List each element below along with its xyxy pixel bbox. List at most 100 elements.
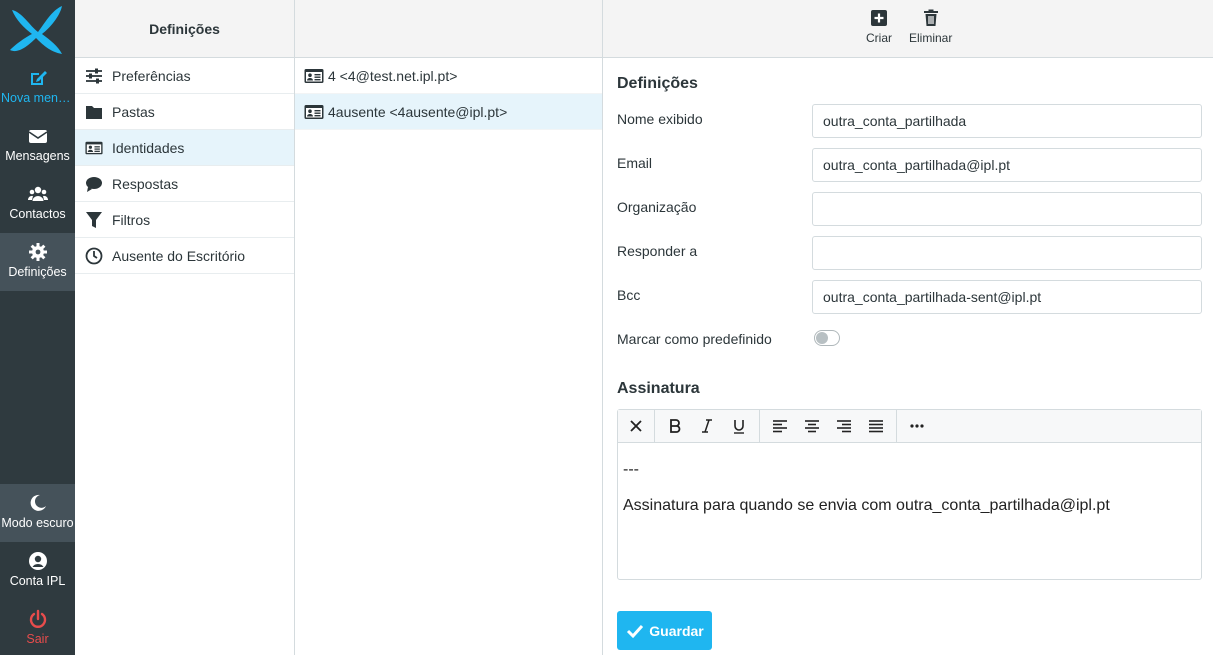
bcc-field[interactable]: outra_conta_partilhada-sent@ipl.pt (812, 280, 1202, 314)
reply-to-field[interactable] (812, 236, 1202, 270)
account-label: Conta IPL (9, 574, 66, 588)
signature-section-title: Assinatura (617, 380, 700, 397)
menu-item-label: Ausente do Escritório (112, 247, 246, 264)
compose-button[interactable]: Nova mens... (0, 59, 75, 117)
menu-item-label: Pastas (112, 103, 155, 120)
users-icon (0, 184, 75, 204)
plus-square-icon (871, 10, 887, 26)
more-button[interactable] (901, 410, 933, 443)
identities-header (295, 0, 602, 58)
comment-icon (85, 175, 103, 193)
italic-button[interactable] (691, 410, 723, 443)
signature-editor: --- Assinatura para quando se envia com … (617, 409, 1202, 580)
toggle-knob (816, 332, 828, 344)
logout-label: Sair (26, 632, 49, 646)
align-left-button[interactable] (764, 410, 796, 443)
power-icon (0, 609, 75, 629)
identity-label: 4 <4@test.net.ipl.pt> (328, 67, 458, 84)
menu-item-label: Preferências (112, 67, 191, 84)
default-toggle[interactable] (814, 330, 840, 346)
close-icon (630, 420, 642, 432)
align-justify-button[interactable] (860, 410, 892, 443)
darkmode-toggle[interactable]: Modo escuro (0, 484, 75, 542)
name-label: Nome exibido (617, 111, 703, 127)
signature-line: --- (623, 461, 639, 478)
menu-item-preferences[interactable]: Preferências (75, 58, 294, 94)
identity-item[interactable]: 4 <4@test.net.ipl.pt> (295, 58, 602, 94)
default-label: Marcar como predefinido (617, 331, 772, 347)
trash-icon (923, 9, 938, 26)
nav-mail[interactable]: Mensagens (0, 117, 75, 175)
italic-icon (702, 419, 712, 433)
align-justify-icon (869, 420, 883, 433)
id-card-icon (304, 104, 324, 120)
id-card-icon (85, 139, 103, 157)
menu-item-label: Respostas (112, 175, 179, 192)
mail-label: Mensagens (5, 149, 70, 163)
bold-icon (670, 419, 681, 433)
identity-item[interactable]: 4ausente <4ausente@ipl.pt> (295, 94, 602, 130)
signature-line: Assinatura para quando se envia com outr… (623, 497, 1110, 514)
reply-to-label: Responder a (617, 243, 698, 259)
clock-icon (85, 247, 103, 265)
align-left-icon (773, 420, 787, 433)
bcc-label: Bcc (617, 287, 641, 303)
align-center-icon (805, 420, 819, 433)
menu-item-out-of-office[interactable]: Ausente do Escritório (75, 238, 294, 274)
account-button[interactable]: Conta IPL (0, 542, 75, 600)
toolbar: Criar Eliminar (603, 0, 1213, 58)
menu-item-identities[interactable]: Identidades (75, 130, 294, 166)
nav-rail: Nova mens... Mensagens Contactos Definiç… (0, 0, 75, 655)
more-icon (910, 424, 924, 428)
save-button[interactable]: Guardar (617, 611, 712, 650)
app-logo[interactable] (8, 4, 66, 56)
menu-item-label: Identidades (112, 139, 185, 156)
logout-button[interactable]: Sair (0, 600, 75, 655)
compose-icon (0, 68, 75, 88)
bold-button[interactable] (659, 410, 691, 443)
identity-editor: Criar Eliminar Definições Nome exibido o… (603, 0, 1213, 655)
menu-item-responses[interactable]: Respostas (75, 166, 294, 202)
identities-list: 4 <4@test.net.ipl.pt> 4ausente <4ausente… (295, 0, 603, 655)
align-right-icon (837, 420, 851, 433)
email-label: Email (617, 155, 653, 171)
gear-icon (0, 242, 75, 262)
user-circle-icon (0, 551, 75, 571)
id-card-icon (304, 68, 324, 84)
delete-label: Eliminar (909, 31, 953, 45)
envelope-icon (0, 126, 75, 146)
identity-label: 4ausente <4ausente@ipl.pt> (328, 103, 508, 120)
filter-icon (85, 211, 103, 229)
menu-item-folders[interactable]: Pastas (75, 94, 294, 130)
compose-label: Nova mens... (1, 91, 75, 105)
settings-menu-header: Definições (75, 0, 294, 58)
nav-contacts[interactable]: Contactos (0, 175, 75, 233)
create-button[interactable]: Criar (866, 9, 892, 45)
menu-item-filters[interactable]: Filtros (75, 202, 294, 238)
delete-button[interactable]: Eliminar (909, 9, 952, 45)
settings-section-title: Definições (617, 75, 698, 92)
moon-icon (0, 493, 75, 513)
check-icon (627, 624, 644, 638)
align-center-button[interactable] (796, 410, 828, 443)
sliders-icon (85, 67, 103, 85)
folder-icon (85, 103, 103, 121)
editor-toolbar (618, 409, 1201, 443)
settings-menu: Definições Preferências Pastas Identidad… (75, 0, 295, 655)
settings-label: Definições (8, 265, 67, 279)
organization-field[interactable] (812, 192, 1202, 226)
name-field[interactable]: outra_conta_partilhada (812, 104, 1202, 138)
menu-item-label: Filtros (112, 211, 151, 228)
save-label: Guardar (649, 622, 704, 639)
organization-label: Organização (617, 199, 697, 215)
create-label: Criar (866, 31, 892, 45)
clear-format-button[interactable] (620, 410, 652, 443)
contacts-label: Contactos (9, 207, 66, 221)
email-field[interactable]: outra_conta_partilhada@ipl.pt (812, 148, 1202, 182)
underline-button[interactable] (723, 410, 755, 443)
align-right-button[interactable] (828, 410, 860, 443)
signature-body[interactable]: --- Assinatura para quando se envia com … (618, 443, 1201, 551)
nav-settings[interactable]: Definições (0, 233, 75, 291)
darkmode-label: Modo escuro (1, 516, 74, 530)
underline-icon (734, 420, 744, 434)
